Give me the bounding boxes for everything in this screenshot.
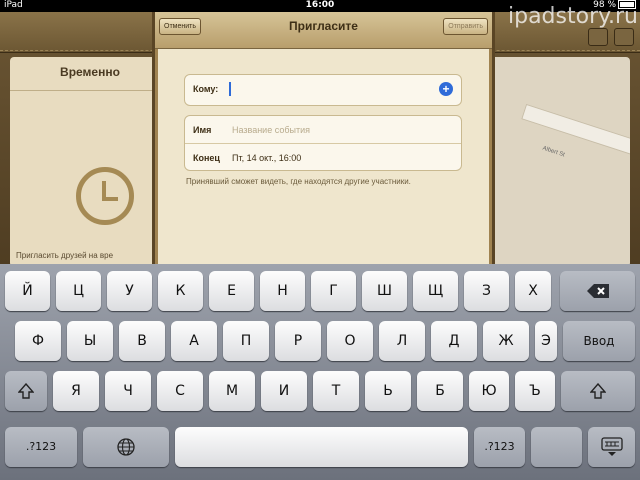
key-row3-1[interactable]: Я: [53, 371, 99, 411]
key-row3-8[interactable]: Б: [417, 371, 463, 411]
key-row1-10[interactable]: З: [464, 271, 509, 311]
event-name-input[interactable]: Название события: [232, 125, 310, 135]
key-row2-3[interactable]: В: [119, 321, 165, 361]
key-row2-7[interactable]: О: [327, 321, 373, 361]
key-row2-9[interactable]: Д: [431, 321, 477, 361]
watermark: ipadstory.ru: [508, 4, 638, 29]
key-row2-6[interactable]: Р: [275, 321, 321, 361]
dismiss-keyboard-key[interactable]: [588, 427, 635, 467]
shift-icon: [589, 382, 607, 399]
shift-key-left[interactable]: [5, 371, 47, 411]
blank-key[interactable]: [531, 427, 582, 467]
popover-title: Пригласите: [289, 19, 358, 33]
map-road: [521, 103, 630, 167]
key-row1-3[interactable]: У: [107, 271, 152, 311]
key-row1-9[interactable]: Щ: [413, 271, 458, 311]
keyboard-dismiss-icon: [600, 437, 623, 456]
invite-popover: Отменить Пригласите Отправить Кому: + Им…: [152, 12, 495, 264]
visibility-note: Принявший сможет видеть, где находятся д…: [186, 177, 411, 186]
map-view[interactable]: Albert St: [490, 57, 630, 267]
name-row[interactable]: Имя Название события: [185, 116, 461, 143]
onscreen-keyboard: Й Ц У К Е Н Г Ш Щ З Х Ф Ы В А П Р О Л Д …: [0, 264, 640, 480]
key-row2-11[interactable]: Э: [535, 321, 557, 361]
recipient-label: Кому:: [193, 84, 219, 94]
popover-header: Отменить Пригласите Отправить: [155, 12, 492, 49]
key-row1-6[interactable]: Н: [260, 271, 305, 311]
end-time-value[interactable]: Пт, 14 окт., 16:00: [232, 153, 301, 163]
add-contact-icon[interactable]: +: [439, 82, 453, 96]
key-row1-5[interactable]: Е: [209, 271, 254, 311]
end-row[interactable]: Конец Пт, 14 окт., 16:00: [185, 143, 461, 171]
send-button[interactable]: Отправить: [443, 18, 488, 35]
key-row1-7[interactable]: Г: [311, 271, 356, 311]
name-label: Имя: [193, 125, 212, 135]
return-key[interactable]: Ввод: [563, 321, 635, 361]
backspace-key[interactable]: [560, 271, 635, 311]
event-details-group: Имя Название события Конец Пт, 14 окт., …: [184, 115, 462, 171]
numbers-key-right[interactable]: .?123: [474, 427, 525, 467]
panel-title: Временно: [60, 65, 120, 79]
key-row2-2[interactable]: Ы: [67, 321, 113, 361]
key-row1-4[interactable]: К: [158, 271, 203, 311]
popover-body: Кому: + Имя Название события Конец Пт, 1…: [158, 49, 489, 264]
key-row1-1[interactable]: Й: [5, 271, 50, 311]
key-row2-5[interactable]: П: [223, 321, 269, 361]
key-row1-8[interactable]: Ш: [362, 271, 407, 311]
key-row1-2[interactable]: Ц: [56, 271, 101, 311]
numbers-key[interactable]: .?123: [5, 427, 77, 467]
globe-key[interactable]: [83, 427, 169, 467]
key-row3-10[interactable]: Ъ: [515, 371, 555, 411]
shift-icon: [17, 382, 35, 399]
left-panel: Временно Пригласить друзей на вре предос…: [10, 57, 170, 271]
key-row2-1[interactable]: Ф: [15, 321, 61, 361]
key-row3-7[interactable]: Ь: [365, 371, 411, 411]
key-row3-5[interactable]: И: [261, 371, 307, 411]
key-row2-8[interactable]: Л: [379, 321, 425, 361]
space-bar[interactable]: [175, 427, 468, 467]
end-label: Конец: [193, 153, 220, 163]
key-row2-4[interactable]: А: [171, 321, 217, 361]
recipient-field[interactable]: Кому: +: [184, 74, 462, 106]
key-row3-9[interactable]: Ю: [469, 371, 509, 411]
globe-icon: [117, 438, 135, 456]
key-row3-6[interactable]: Т: [313, 371, 359, 411]
clock-icon: [76, 167, 134, 225]
shift-key-right[interactable]: [561, 371, 635, 411]
hint-line-1: Пригласить друзей на вре: [16, 251, 114, 260]
info-icon[interactable]: [614, 28, 634, 46]
key-row1-11[interactable]: Х: [515, 271, 551, 311]
text-cursor: [229, 82, 231, 96]
street-label: Albert St: [541, 145, 566, 159]
key-row3-2[interactable]: Ч: [105, 371, 151, 411]
key-row3-3[interactable]: С: [157, 371, 203, 411]
key-row3-4[interactable]: М: [209, 371, 255, 411]
key-row2-10[interactable]: Ж: [483, 321, 529, 361]
people-icon[interactable]: [588, 28, 608, 46]
backspace-icon: [586, 284, 609, 298]
